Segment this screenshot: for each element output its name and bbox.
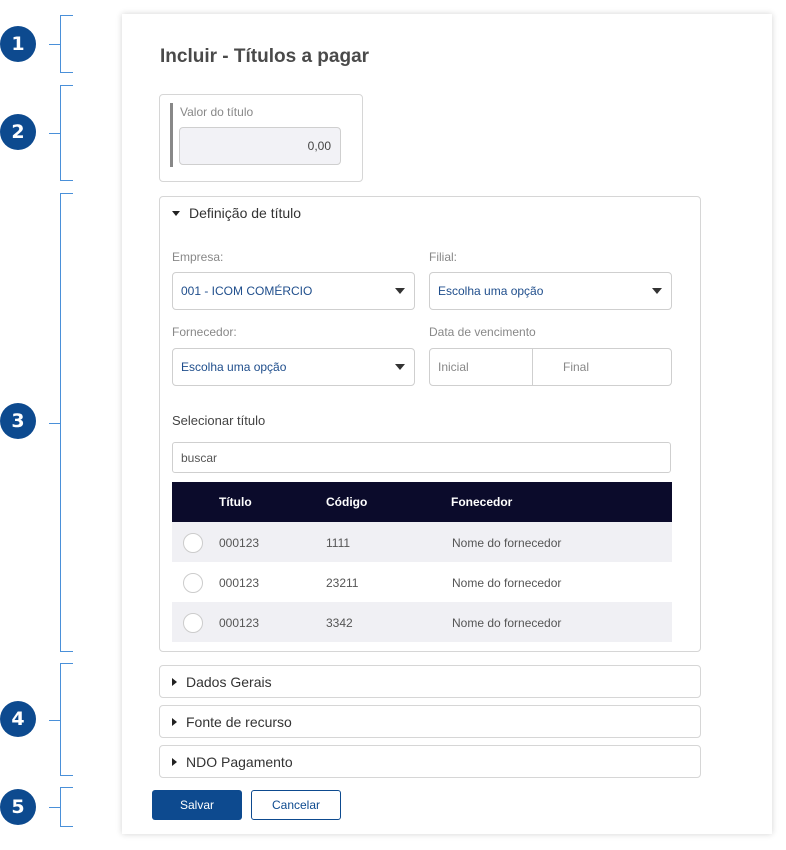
titulos-table: Título Código Fonecedor 000123 1111 Nome…	[172, 482, 672, 642]
annotation-marker-2: 2	[0, 114, 36, 150]
vencimento-label: Data de vencimento	[429, 325, 536, 339]
filial-select-value: Escolha uma opção	[438, 284, 544, 298]
caret-down-icon	[395, 364, 405, 370]
fornecedor-select-value: Escolha uma opção	[181, 360, 287, 374]
search-input[interactable]: buscar	[172, 442, 671, 473]
expanded-triangle-icon	[172, 210, 180, 216]
cell-fornecedor: Nome do fornecedor	[452, 576, 562, 590]
column-header-titulo: Título	[219, 495, 252, 509]
page-title: Incluir - Títulos a pagar	[160, 46, 370, 67]
annotation-bracket-5	[49, 787, 73, 827]
table-row[interactable]: 000123 23211 Nome do fornecedor	[172, 562, 672, 602]
collapsed-triangle-icon	[172, 677, 177, 686]
annotation-bracket-2	[49, 85, 73, 181]
row-radio-button[interactable]	[183, 573, 203, 593]
cell-fornecedor: Nome do fornecedor	[452, 616, 562, 630]
fornecedor-select[interactable]: Escolha uma opção	[172, 348, 415, 386]
row-radio-button[interactable]	[183, 533, 203, 553]
caret-down-icon	[395, 288, 405, 294]
fornecedor-label: Fornecedor:	[172, 325, 237, 339]
section-dados-gerais[interactable]: Dados Gerais	[159, 665, 701, 698]
annotation-bracket-1	[49, 15, 73, 73]
cell-codigo: 3342	[326, 616, 353, 630]
cell-fornecedor: Nome do fornecedor	[452, 536, 562, 550]
cell-codigo: 1111	[326, 536, 351, 550]
valor-titulo-input[interactable]	[179, 127, 341, 165]
cell-titulo: 000123	[219, 536, 260, 550]
selecionar-titulo-label: Selecionar título	[172, 413, 266, 428]
form-card: Incluir - Títulos a pagar Valor do títul…	[122, 14, 772, 834]
caret-down-icon	[652, 288, 662, 294]
cell-titulo: 000123	[219, 616, 260, 630]
section-fonte-recurso-title: Fonte de recurso	[186, 713, 292, 730]
section-definicao-header[interactable]: Definição de título	[172, 197, 301, 229]
section-ndo-pagamento-header[interactable]: NDO Pagamento	[172, 746, 293, 777]
table-row[interactable]: 000123 1111 Nome do fornecedor	[172, 522, 672, 562]
annotation-marker-5: 5	[0, 789, 36, 825]
annotation-bracket-3	[49, 193, 73, 652]
empresa-select[interactable]: 001 - ICOM COMÉRCIO	[172, 272, 415, 310]
section-fonte-recurso-header[interactable]: Fonte de recurso	[172, 706, 292, 737]
column-header-fornecedor: Fonecedor	[451, 495, 513, 509]
cancel-button[interactable]: Cancelar	[251, 790, 341, 820]
collapsed-triangle-icon	[172, 757, 177, 766]
section-dados-gerais-header[interactable]: Dados Gerais	[172, 666, 272, 697]
valor-titulo-field: Valor do título	[159, 94, 363, 182]
table-row[interactable]: 000123 3342 Nome do fornecedor	[172, 602, 672, 642]
cell-titulo: 000123	[219, 576, 260, 590]
filial-select[interactable]: Escolha uma opção	[429, 272, 672, 310]
vencimento-inicial-input[interactable]: Inicial	[430, 349, 533, 385]
section-fonte-recurso[interactable]: Fonte de recurso	[159, 705, 701, 738]
section-definicao-title: Definição de título	[189, 205, 302, 221]
valor-titulo-label: Valor do título	[180, 105, 254, 119]
annotation-marker-3: 3	[0, 403, 36, 439]
section-ndo-pagamento-title: NDO Pagamento	[186, 753, 293, 770]
cell-codigo: 23211	[326, 576, 359, 590]
annotation-bracket-4	[49, 663, 73, 776]
row-radio-button[interactable]	[183, 613, 203, 633]
field-accent-bar	[170, 103, 173, 167]
column-header-codigo: Código	[326, 495, 368, 509]
save-button[interactable]: Salvar	[152, 790, 242, 820]
empresa-label: Empresa:	[172, 250, 224, 264]
section-definicao-titulo: Definição de título Empresa: 001 - ICOM …	[159, 196, 701, 652]
section-dados-gerais-title: Dados Gerais	[186, 673, 272, 690]
collapsed-triangle-icon	[172, 717, 177, 726]
filial-label: Filial:	[429, 250, 458, 264]
vencimento-final-input[interactable]: Final	[533, 349, 671, 385]
annotation-marker-1: 1	[0, 26, 36, 62]
table-header: Título Código Fonecedor	[172, 482, 672, 522]
section-ndo-pagamento[interactable]: NDO Pagamento	[159, 745, 701, 778]
annotation-marker-4: 4	[0, 701, 36, 737]
vencimento-daterange: Inicial Final	[429, 348, 672, 386]
empresa-select-value: 001 - ICOM COMÉRCIO	[181, 284, 313, 298]
